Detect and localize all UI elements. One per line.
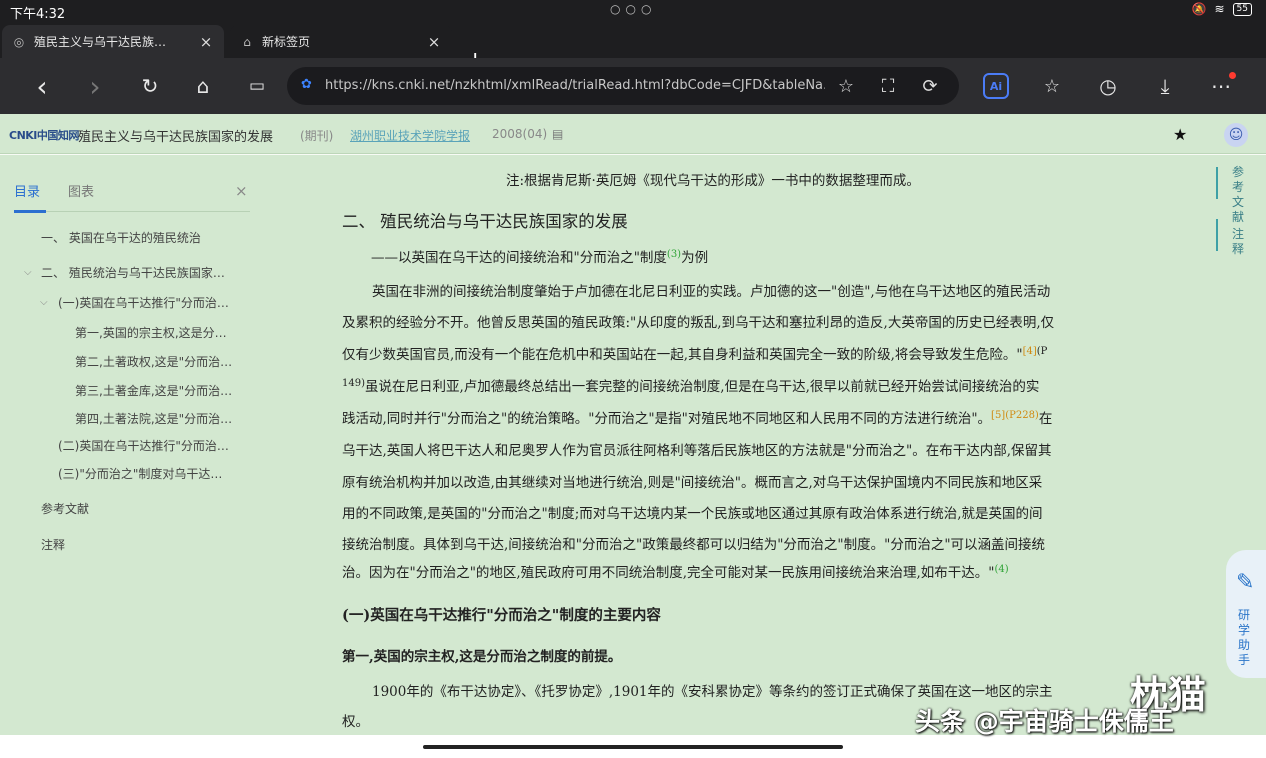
document-header: CNKI中国知网 殖民主义与乌干达民族国家的发展 (期刊) 湖州职业技术学院学报… bbox=[0, 114, 1266, 154]
article-content: 注:根据肯尼斯·英厄姆《现代乌干达的形成》一书中的数据整理而成。 二、 殖民统治… bbox=[268, 155, 1200, 735]
favorite-star-icon[interactable]: ☆ bbox=[833, 74, 859, 98]
document-title: 殖民主义与乌干达民族国家的发展 bbox=[78, 130, 274, 145]
refresh-icon[interactable]: ↻ bbox=[135, 71, 165, 101]
active-tab-indicator bbox=[14, 210, 46, 213]
history-icon[interactable]: ◷ bbox=[1093, 71, 1123, 101]
paragraph-line: 用的不同政策,是英国的"分而治之"制度;而对乌干达境内某一个民族或地区通过其原有… bbox=[342, 506, 1043, 522]
section-heading: 二、 殖民统治与乌干达民族国家的发展 bbox=[342, 212, 628, 231]
tab-title: 新标签页 bbox=[262, 35, 311, 49]
paragraph-line: 权。 bbox=[342, 714, 369, 730]
footnote-ref[interactable]: (3) bbox=[667, 249, 681, 260]
paragraph-line: 仅有少数英国官员,而没有一个能在危机中和英国站在一起,其自身利益和英国完全一致的… bbox=[342, 346, 1048, 363]
cnki-logo[interactable]: CNKI中国知网 bbox=[9, 127, 79, 143]
home-icon[interactable]: ⌂ bbox=[188, 71, 218, 101]
paragraph-line: 治。因为在"分而治之"的地区,殖民政府可用不同统治制度,完全可能对某一民族用间接… bbox=[342, 564, 1009, 581]
home-icon: ⌂ bbox=[243, 34, 251, 49]
footnote-ref[interactable]: (4) bbox=[995, 564, 1009, 575]
watermark-credit: 头条 @宇宙骑士侏儒王 bbox=[915, 707, 1174, 736]
paragraph-line: 149)虽说在尼日利亚,卢加德最终总结出一套完整的间接统治制度,但是在乌干达,很… bbox=[342, 378, 1040, 395]
table-note: 注:根据肯尼斯·英厄姆《现代乌干达的形成》一书中的数据整理而成。 bbox=[506, 173, 920, 189]
subsubsection-heading: 第一,英国的宗主权,这是分而治之制度的前提。 bbox=[342, 649, 622, 665]
tab-title: 殖民主义与乌干达民族… bbox=[34, 35, 167, 49]
journal-issue: 2008(04) bbox=[492, 127, 548, 141]
toc-item[interactable]: (二)英国在乌干达推行"分而治… bbox=[58, 437, 229, 454]
tab-new[interactable]: ⌂ 新标签页 × bbox=[230, 25, 452, 58]
feather-icon: ✎ bbox=[1236, 570, 1255, 595]
toc-item[interactable]: 二、 殖民统治与乌干达民族国家… bbox=[41, 264, 225, 281]
paragraph-line: 乌干达,英国人将巴干达人和尼奥罗人作为官员派往阿格利等落后民族地区的方法就是"分… bbox=[342, 443, 1052, 459]
document-icon[interactable]: ▤ bbox=[552, 127, 563, 141]
toc-item[interactable]: 参考文献 bbox=[41, 500, 89, 517]
paragraph-line: 英国在非洲的间接统治制度肇始于卢加德在北尼日利亚的实践。卢加德的这一"创造",与… bbox=[372, 284, 1051, 300]
rail-notes[interactable]: 注释 bbox=[1228, 227, 1248, 257]
journal-type: (期刊) bbox=[300, 129, 334, 143]
toc-item[interactable]: (三)"分而治之"制度对乌干达… bbox=[58, 465, 222, 482]
site-info-icon[interactable]: ✿ bbox=[301, 77, 312, 92]
bell-off-icon: 🔕 bbox=[1191, 2, 1207, 16]
wifi-icon: ≋ bbox=[1214, 2, 1225, 16]
user-avatar-icon[interactable]: ☺ bbox=[1224, 123, 1248, 147]
back-button[interactable]: ‹ bbox=[27, 70, 57, 103]
tab-figures[interactable]: 图表 bbox=[68, 181, 94, 200]
ai-assistant-button[interactable]: Ai bbox=[983, 73, 1009, 99]
status-time: 下午4:32 bbox=[10, 7, 66, 22]
browser-toolbar: ‹ › ↻ ⌂ ▭ ✿ https://kns.cnki.net/nzkhtml… bbox=[0, 58, 1266, 114]
chevron-down-icon[interactable]: ⌵ bbox=[40, 297, 48, 308]
close-tab-icon[interactable]: × bbox=[198, 33, 214, 51]
chevron-down-icon[interactable]: ⌵ bbox=[24, 267, 32, 278]
favorites-icon[interactable]: ☆ bbox=[1037, 71, 1067, 101]
page-icon: ◎ bbox=[13, 34, 25, 49]
citation-ref[interactable]: [4] bbox=[1023, 346, 1037, 357]
download-icon[interactable]: ⤓ bbox=[1150, 71, 1180, 101]
rail-indicator bbox=[1216, 219, 1218, 251]
scan-icon[interactable]: ⛶ bbox=[875, 74, 901, 98]
forward-button[interactable]: › bbox=[80, 70, 110, 103]
tab-divider bbox=[14, 211, 250, 212]
status-icons: 🔕 ≋ 55 bbox=[1192, 2, 1252, 16]
tab-toc[interactable]: 目录 bbox=[14, 181, 40, 200]
battery-icon: 55 bbox=[1232, 2, 1252, 16]
close-sidebar-icon[interactable]: × bbox=[235, 182, 248, 200]
journal-link[interactable]: 湖州职业技术学院学报 bbox=[350, 127, 470, 144]
citation-ref[interactable]: [5](P228) bbox=[991, 410, 1039, 421]
toc-item[interactable]: 一、 英国在乌干达的殖民统治 bbox=[41, 229, 201, 246]
status-bar: 下午4:32 ○○○ 🔕 ≋ 55 bbox=[0, 0, 1266, 22]
status-dots: ○○○ bbox=[610, 2, 657, 16]
rail-references[interactable]: 参考文献 bbox=[1228, 165, 1248, 225]
subsection-heading: (一)英国在乌干达推行"分而治之"制度的主要内容 bbox=[342, 607, 661, 624]
share-icon[interactable]: ⟳ bbox=[917, 74, 943, 98]
section-subheading: ——以英国在乌干达的间接统治和"分而治之"制度(3)为例 bbox=[371, 249, 709, 266]
paragraph-line: 践活动,同时并行"分而治之"的统治策略。"分而治之"是指"对殖民地不同地区和人民… bbox=[342, 410, 1053, 427]
url-text[interactable]: https://kns.cnki.net/nzkhtml/xmlRead/tri… bbox=[325, 78, 825, 93]
research-assistant-button[interactable]: ✎ 研学助手 bbox=[1226, 550, 1266, 678]
toc-item[interactable]: 第三,土著金库,这是"分而治… bbox=[75, 382, 232, 399]
toc-item[interactable]: 第一,英国的宗主权,这是分… bbox=[75, 324, 227, 341]
paragraph-line: 接统治制度。具体到乌干达,间接统治和"分而治之"政策最终都可以归结为"分而治之"… bbox=[342, 537, 1046, 553]
helper-label: 研学助手 bbox=[1238, 608, 1251, 667]
bookmark-star-icon[interactable]: ★ bbox=[1173, 125, 1187, 144]
toc-sidebar: 目录 图表 × 一、 英国在乌干达的殖民统治 ⌵ 二、 殖民统治与乌干达民族国家… bbox=[0, 155, 268, 735]
address-bar[interactable]: ✿ https://kns.cnki.net/nzkhtml/xmlRead/t… bbox=[287, 67, 959, 105]
close-tab-icon[interactable]: × bbox=[426, 33, 442, 51]
toc-item[interactable]: 第二,土著政权,这是"分而治… bbox=[75, 353, 232, 370]
tab-bar: ◎ 殖民主义与乌干达民族… × ⌂ 新标签页 × + bbox=[0, 22, 1266, 72]
paragraph-line: 原有统治机构并加以改造,由其继续对当地进行统治,则是"间接统治"。概而言之,对乌… bbox=[342, 475, 1043, 491]
home-indicator[interactable] bbox=[423, 745, 843, 749]
paragraph-line: 1900年的《布干达协定》、《托罗协定》,1901年的《安科累协定》等条约的签订… bbox=[372, 684, 1053, 700]
tab-document[interactable]: ◎ 殖民主义与乌干达民族… × bbox=[2, 25, 224, 58]
desktop-mode-icon[interactable]: ▭ bbox=[242, 71, 272, 101]
paragraph-line: 及累积的经验分不开。他曾反思英国的殖民政策:"从印度的叛乱,到乌干达和塞拉利昂的… bbox=[342, 315, 1055, 331]
toc-item[interactable]: (一)英国在乌干达推行"分而治… bbox=[58, 294, 229, 311]
toc-item[interactable]: 第四,土著法院,这是"分而治… bbox=[75, 410, 232, 427]
notification-dot bbox=[1229, 72, 1236, 79]
toc-item[interactable]: 注释 bbox=[41, 536, 65, 553]
rail-indicator bbox=[1216, 167, 1218, 199]
